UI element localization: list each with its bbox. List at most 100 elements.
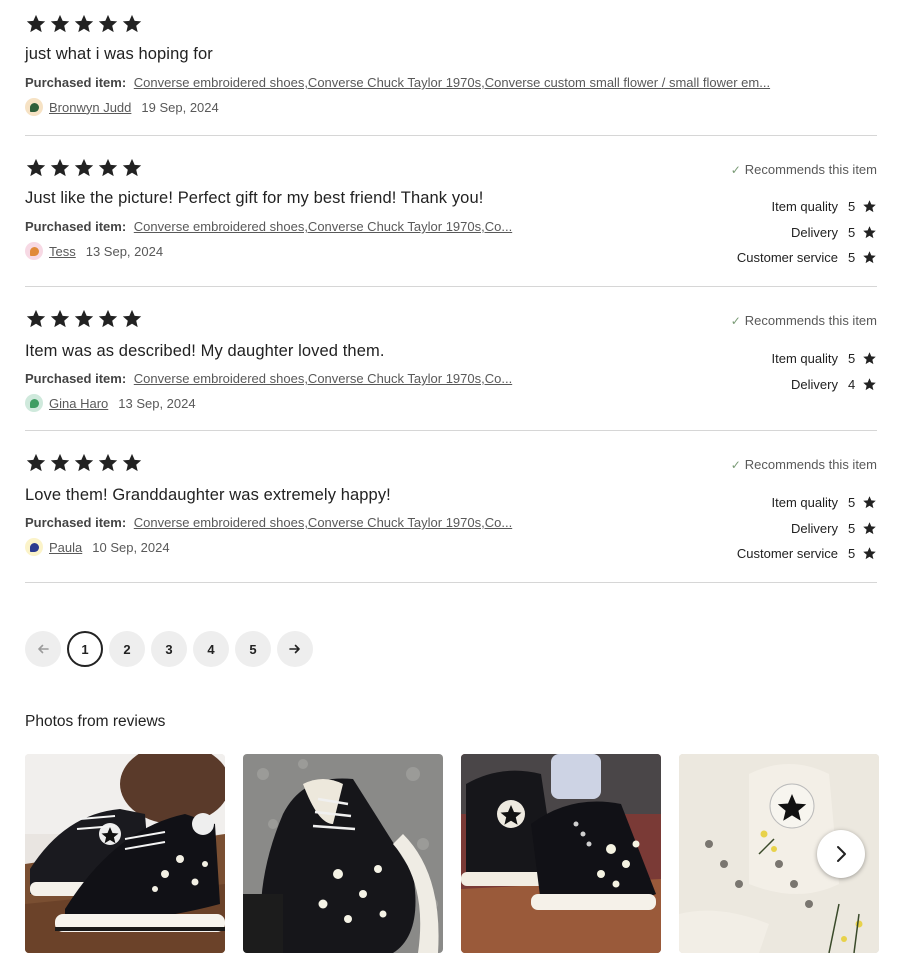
recommends-label: Recommends this item xyxy=(744,162,877,177)
review-text: just what i was hoping for xyxy=(25,45,213,63)
next-page-button[interactable] xyxy=(277,631,313,667)
chevron-right-icon xyxy=(837,846,846,862)
review-card: just what i was hoping for Purchased ite… xyxy=(25,13,877,136)
prev-page-button[interactable] xyxy=(25,631,61,667)
sub-rating-label: Customer service xyxy=(736,546,838,562)
purchased-label: Purchased item: xyxy=(25,515,127,530)
check-icon: ✓ xyxy=(730,162,741,177)
star-icon xyxy=(863,352,876,365)
photos-next-button[interactable] xyxy=(817,830,865,878)
avatar xyxy=(25,538,43,556)
page-button-3[interactable]: 3 xyxy=(151,631,187,667)
sneakers-on-carpet-image xyxy=(461,754,661,953)
sub-rating-row: Item quality 5 xyxy=(772,346,877,372)
star-icon xyxy=(26,14,46,33)
review-text: Just like the picture! Perfect gift for … xyxy=(25,189,484,207)
star-icon xyxy=(98,309,118,328)
sub-rating-value: 5 xyxy=(848,351,856,367)
star-icon xyxy=(863,547,876,560)
reviewer-name-link[interactable]: Bronwyn Judd xyxy=(49,100,131,115)
purchased-label: Purchased item: xyxy=(25,371,127,386)
page-button-5[interactable]: 5 xyxy=(235,631,271,667)
star-icon xyxy=(98,158,118,177)
purchased-item: Purchased item: Converse embroidered sho… xyxy=(25,75,770,90)
sub-rating-row: Customer service 5 xyxy=(737,245,877,271)
star-icon xyxy=(863,496,876,509)
sub-rating-value: 5 xyxy=(848,546,856,562)
star-icon xyxy=(50,158,70,177)
star-icon xyxy=(50,453,70,472)
review-date: 10 Sep, 2024 xyxy=(92,539,170,555)
reviewer-info: Tess 13 Sep, 2024 xyxy=(25,242,163,260)
sub-rating-value: 5 xyxy=(848,224,856,240)
review-photo[interactable] xyxy=(25,754,225,953)
sub-rating-value: 5 xyxy=(848,250,856,266)
star-icon xyxy=(122,453,142,472)
star-icon xyxy=(50,14,70,33)
review-text: Item was as described! My daughter loved… xyxy=(25,342,385,360)
recommends-badge: ✓ Recommends this item xyxy=(731,313,877,328)
sub-rating-label: Delivery xyxy=(791,520,838,536)
arrow-right-icon xyxy=(289,644,300,654)
check-icon: ✓ xyxy=(730,313,741,328)
star-icon xyxy=(863,522,876,534)
sub-rating-row: Delivery 5 xyxy=(737,220,877,246)
sub-rating-row: Delivery 4 xyxy=(772,372,877,398)
sub-rating-label: Item quality xyxy=(771,495,838,511)
reviewer-name-link[interactable]: Tess xyxy=(49,244,76,259)
avatar xyxy=(25,242,43,260)
purchased-label: Purchased item: xyxy=(25,219,127,234)
sub-rating-value: 5 xyxy=(848,520,856,536)
star-icon xyxy=(50,309,70,328)
star-icon xyxy=(98,453,118,472)
reviewer-name-link[interactable]: Gina Haro xyxy=(49,396,108,411)
sneaker-photo-image xyxy=(25,754,225,953)
purchased-item-link[interactable]: Converse embroidered shoes,Converse Chuc… xyxy=(134,219,512,234)
star-icon xyxy=(122,14,142,33)
sub-rating-row: Delivery 5 xyxy=(737,516,877,542)
star-icon xyxy=(74,158,94,177)
reviewer-info: Bronwyn Judd 19 Sep, 2024 xyxy=(25,98,219,116)
review-card: Item was as described! My daughter loved… xyxy=(25,308,877,431)
star-rating xyxy=(25,13,143,35)
review-photo[interactable] xyxy=(243,754,443,953)
check-icon: ✓ xyxy=(730,457,741,472)
sub-ratings: Item quality 5 Delivery 5 Customer service 5 xyxy=(737,490,877,567)
sneaker-closeup-image xyxy=(243,754,443,953)
review-card: Just like the picture! Perfect gift for … xyxy=(25,157,877,287)
star-icon xyxy=(74,14,94,33)
reviewer-info: Paula 10 Sep, 2024 xyxy=(25,538,170,556)
sub-ratings: Item quality 5 Delivery 4 xyxy=(772,346,877,397)
purchased-item: Purchased item: Converse embroidered sho… xyxy=(25,219,512,234)
pagination: 1 2 3 4 5 xyxy=(25,631,313,667)
sub-rating-label: Delivery xyxy=(791,376,838,392)
photos-section-title: Photos from reviews xyxy=(25,713,166,730)
purchased-item: Purchased item: Converse embroidered sho… xyxy=(25,515,512,530)
review-photo[interactable] xyxy=(461,754,661,953)
page-button-2[interactable]: 2 xyxy=(109,631,145,667)
sub-rating-value: 5 xyxy=(848,199,856,215)
reviewer-name-link[interactable]: Paula xyxy=(49,540,82,555)
star-icon xyxy=(98,14,118,33)
recommends-label: Recommends this item xyxy=(744,313,877,328)
star-icon xyxy=(863,378,876,390)
recommends-badge: ✓ Recommends this item xyxy=(731,162,877,177)
purchased-item-link[interactable]: Converse embroidered shoes,Converse Chuc… xyxy=(134,371,512,386)
star-icon xyxy=(122,158,142,177)
review-date: 13 Sep, 2024 xyxy=(118,395,196,411)
avatar xyxy=(25,98,43,116)
sub-rating-label: Delivery xyxy=(791,224,838,240)
page-button-1[interactable]: 1 xyxy=(67,631,103,667)
sub-rating-value: 4 xyxy=(848,376,856,392)
sub-rating-row: Customer service 5 xyxy=(737,541,877,567)
sub-ratings: Item quality 5 Delivery 5 Customer service 5 xyxy=(737,194,877,271)
star-icon xyxy=(74,453,94,472)
star-icon xyxy=(863,226,876,238)
star-icon xyxy=(26,158,46,177)
purchased-item-link[interactable]: Converse embroidered shoes,Converse Chuc… xyxy=(134,75,770,90)
page-button-4[interactable]: 4 xyxy=(193,631,229,667)
review-date: 13 Sep, 2024 xyxy=(85,243,164,259)
star-rating xyxy=(25,157,143,179)
star-rating xyxy=(25,308,143,330)
purchased-item-link[interactable]: Converse embroidered shoes,Converse Chuc… xyxy=(134,515,512,530)
